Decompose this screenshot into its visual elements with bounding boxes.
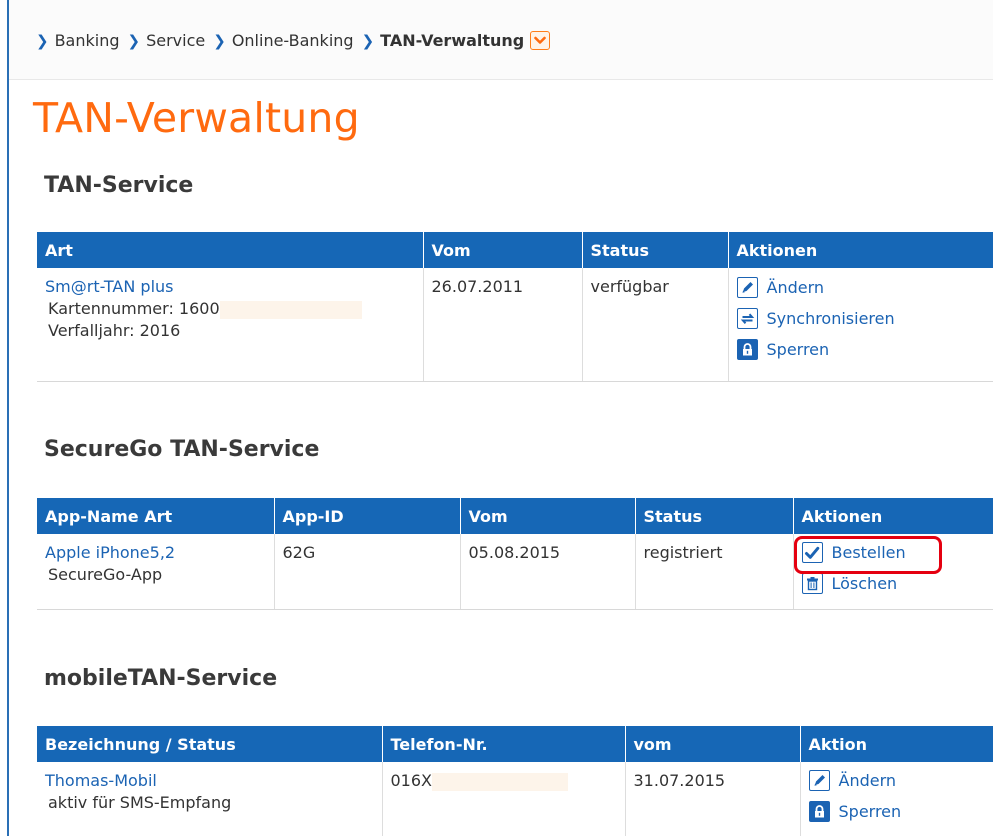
action-label: Synchronisieren — [766, 308, 895, 328]
synchronize-action[interactable]: Synchronisieren — [736, 303, 993, 334]
column-header-status: Status — [634, 498, 793, 534]
redacted-area — [432, 772, 568, 791]
column-header-vom: Vom — [459, 498, 635, 534]
chevron-right-icon: ❯ — [213, 31, 226, 50]
action-label: Löschen — [831, 573, 898, 593]
phone-number: 016X — [390, 771, 433, 790]
app-type: SecureGo-App — [48, 565, 163, 584]
chevron-right-icon: ❯ — [36, 31, 49, 50]
page-title: TAN-Verwaltung — [33, 94, 360, 142]
highlight-annotation — [794, 536, 942, 574]
column-header-art: Art — [37, 232, 423, 268]
change-action[interactable]: Ändern — [736, 272, 993, 303]
column-header-aktion: Aktion — [799, 726, 993, 762]
change-action[interactable]: Ändern — [808, 765, 993, 796]
status-cell: verfügbar — [581, 268, 728, 382]
column-header-vom: Vom — [422, 232, 582, 268]
section-title-mobiletan-service: mobileTAN-Service — [44, 666, 278, 691]
card-number-text: Kartennummer: 1600 — [48, 299, 220, 318]
lock-action[interactable]: Sperren — [736, 334, 993, 365]
breadcrumb-item-banking[interactable]: ❯ Banking — [36, 31, 120, 50]
lock-icon — [808, 801, 830, 822]
mobiletan-service-table: Bezeichnung / Status Telefon-Nr. vom Akt… — [37, 726, 993, 836]
window-border — [7, 0, 9, 836]
table-row: Sm@rt-TAN plus Kartennummer: 1600 Verfal… — [37, 268, 993, 382]
date-cell: 31.07.2015 — [624, 762, 800, 836]
tan-method-link[interactable]: Sm@rt-TAN plus — [45, 276, 423, 298]
column-header-app-id: App-ID — [273, 498, 460, 534]
chevron-right-icon: ❯ — [361, 31, 375, 50]
breadcrumb-menu-button[interactable] — [530, 31, 551, 50]
lock-action[interactable]: Sperren — [808, 796, 993, 827]
action-label: Ändern — [838, 770, 897, 790]
breadcrumb-item-tan-verwaltung: ❯ TAN-Verwaltung — [362, 31, 525, 50]
device-name-link[interactable]: Thomas-Mobil — [45, 770, 382, 792]
column-header-app-name-art: App-Name Art — [37, 498, 274, 534]
column-header-vom: vom — [624, 726, 800, 762]
action-label: Sperren — [838, 801, 902, 821]
date-cell: 05.08.2015 — [459, 534, 635, 610]
redacted-area — [219, 300, 362, 319]
app-name-link[interactable]: Apple iPhone5,2 — [45, 542, 274, 564]
tan-service-table: Art Vom Status Aktionen Sm@rt-TAN plus K… — [37, 232, 993, 382]
column-header-aktionen: Aktionen — [792, 498, 993, 534]
table-row: Thomas-Mobil aktiv für SMS-Empfang 016X … — [37, 762, 993, 836]
breadcrumb-item-online-banking[interactable]: ❯ Online-Banking — [213, 31, 353, 50]
column-header-telefon-nr: Telefon-Nr. — [381, 726, 625, 762]
breadcrumb-label: Online-Banking — [231, 31, 354, 50]
breadcrumb: ❯ Banking ❯ Service ❯ Online-Banking ❯ T… — [36, 31, 551, 50]
chevron-right-icon: ❯ — [127, 31, 141, 50]
pencil-icon — [808, 770, 830, 791]
card-number: Kartennummer: 1600 — [45, 298, 423, 320]
breadcrumb-label: TAN-Verwaltung — [380, 31, 525, 50]
date-cell: 26.07.2011 — [422, 268, 582, 382]
column-header-status: Status — [581, 232, 728, 268]
chevron-down-icon — [534, 36, 547, 44]
breadcrumb-label: Banking — [54, 31, 120, 50]
device-status: aktiv für SMS-Empfang — [48, 793, 232, 812]
action-label: Ändern — [766, 277, 825, 297]
expiry-year: Verfalljahr: 2016 — [48, 321, 181, 340]
action-label: Sperren — [766, 339, 830, 359]
column-header-bezeichnung-status: Bezeichnung / Status — [37, 726, 382, 762]
lock-icon — [736, 339, 758, 360]
sync-arrows-icon — [736, 308, 758, 329]
pencil-icon — [736, 277, 758, 298]
breadcrumb-divider — [9, 79, 993, 80]
breadcrumb-item-service[interactable]: ❯ Service — [128, 31, 206, 50]
trash-icon — [801, 573, 823, 594]
app-id-cell: 62G — [273, 534, 460, 610]
status-cell: registriert — [634, 534, 793, 610]
breadcrumb-label: Service — [146, 31, 206, 50]
section-title-securego-service: SecureGo TAN-Service — [44, 437, 320, 462]
section-title-tan-service: TAN-Service — [44, 173, 194, 198]
column-header-aktionen: Aktionen — [727, 232, 993, 268]
